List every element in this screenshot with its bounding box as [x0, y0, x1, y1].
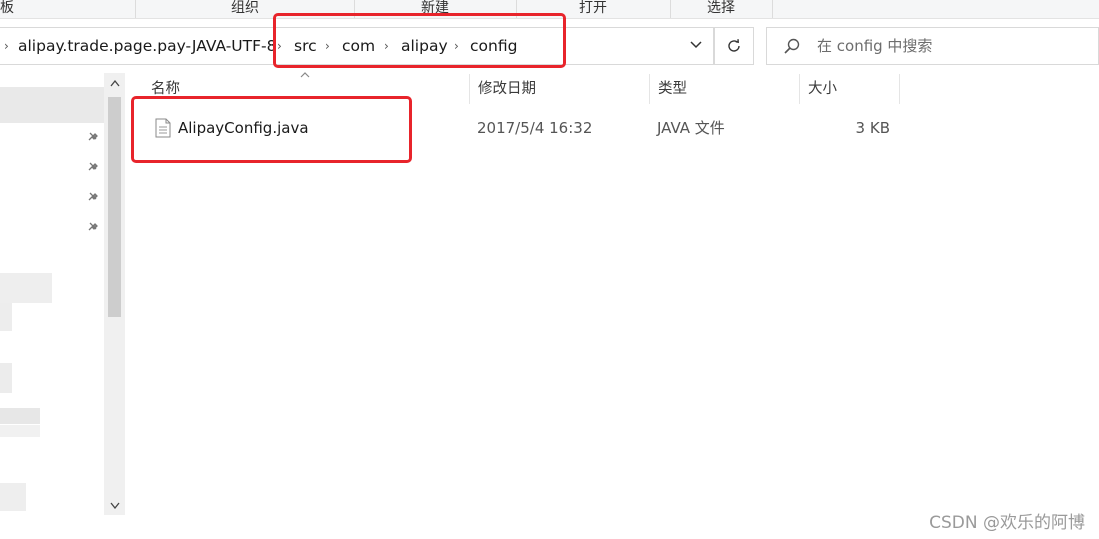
file-size: 3 KB [855, 119, 890, 137]
nav-item-blurred[interactable] [0, 363, 12, 393]
breadcrumb-item-root[interactable]: alipay.trade.page.pay-JAVA-UTF-8 [18, 28, 276, 64]
pin-icon [88, 162, 98, 171]
refresh-icon [728, 39, 740, 52]
pin-icon [88, 132, 98, 141]
file-type: JAVA 文件 [657, 119, 725, 137]
search-icon [784, 38, 800, 54]
chevron-down-icon[interactable] [680, 28, 712, 64]
column-header-modified[interactable]: 修改日期 [470, 74, 650, 104]
pin-icon [88, 222, 98, 231]
ribbon-group-clipboard: 板 [0, 0, 136, 18]
breadcrumb-separator[interactable]: › [4, 28, 9, 64]
watermark: CSDN @欢乐的阿博 [929, 513, 1085, 533]
nav-scrollbar[interactable] [104, 73, 125, 515]
ribbon-group-select: 选择 [670, 0, 773, 18]
scroll-down-arrow[interactable] [104, 495, 125, 515]
scroll-up-arrow[interactable] [104, 73, 125, 93]
navigation-pane[interactable] [0, 73, 104, 513]
highlight-box-path [273, 13, 566, 68]
nav-item-blurred[interactable] [0, 483, 26, 511]
search-input[interactable]: 在 config 中搜索 [817, 28, 932, 64]
scroll-thumb[interactable] [108, 97, 121, 317]
column-header-size[interactable]: 大小 [800, 74, 900, 104]
search-box[interactable]: 在 config 中搜索 [766, 27, 1099, 65]
nav-item-selected[interactable] [0, 87, 104, 123]
pin-icon [88, 192, 98, 201]
nav-item-blurred[interactable] [0, 408, 40, 424]
nav-item-blurred[interactable] [0, 425, 40, 437]
refresh-button[interactable] [714, 27, 754, 65]
column-header-type[interactable]: 类型 [650, 74, 800, 104]
highlight-box-file [131, 96, 412, 163]
nav-item-blurred[interactable] [0, 303, 12, 331]
file-modified: 2017/5/4 16:32 [477, 119, 593, 137]
nav-item-blurred[interactable] [0, 273, 52, 303]
